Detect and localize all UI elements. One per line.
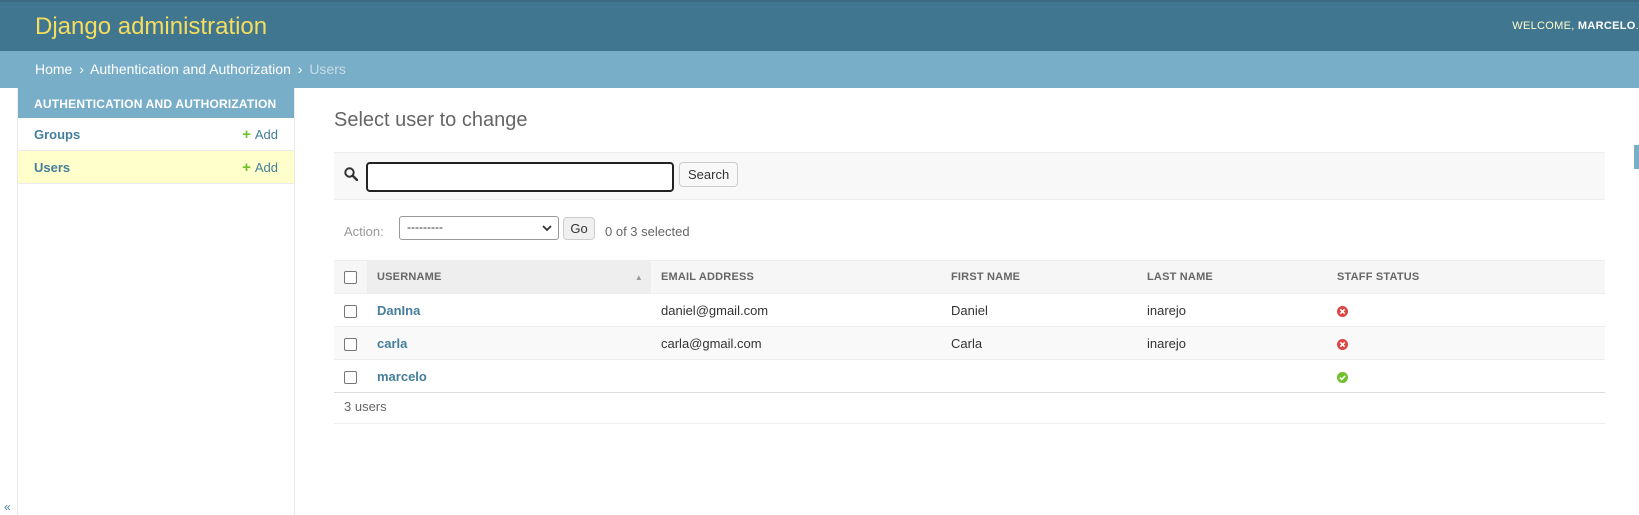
username-cell: DanIna (367, 293, 651, 327)
add-label: Add (254, 159, 278, 175)
row-select-cell (334, 326, 367, 360)
action-counter: 0 of 3 selected (605, 224, 690, 239)
scrollbar[interactable] (1634, 145, 1639, 445)
sidebar-item-users: Users + Add (18, 151, 294, 184)
last-name-cell: inarejo (1137, 293, 1327, 327)
staff-status-cell (1327, 326, 1605, 360)
welcome-trailing: . (1635, 20, 1639, 32)
username-link[interactable]: carla (377, 336, 407, 351)
column-header-first-name[interactable]: FIRST NAME (941, 260, 1137, 294)
plus-icon: + (242, 125, 251, 143)
table-row: DanIna daniel@gmail.com Daniel inarejo (334, 293, 1605, 327)
sidebar-collapse-toggle[interactable]: « (4, 500, 11, 514)
search-icon (344, 167, 358, 181)
actions-bar: Action: --------- Go 0 of 3 selected (334, 214, 1605, 248)
breadcrumb: Home › Authentication and Authorization … (0, 51, 1639, 88)
action-select[interactable]: --------- (399, 216, 559, 240)
breadcrumb-separator: › (297, 61, 303, 77)
username-link[interactable]: DanIna (377, 303, 420, 318)
breadcrumb-separator: › (79, 61, 84, 77)
row-select-cell (334, 293, 367, 327)
sidebar-item-users-link[interactable]: Users (34, 160, 70, 175)
column-header-staff-status[interactable]: STAFF STATUS (1327, 260, 1605, 294)
welcome-text: WELCOME, (1512, 20, 1578, 32)
search-toolbar: Search (334, 152, 1605, 200)
site-brand[interactable]: Django administration (35, 13, 267, 41)
search-input[interactable] (366, 162, 674, 192)
username-link[interactable]: marcelo (377, 369, 427, 384)
column-header-username[interactable]: USERNAME ▲ (367, 260, 651, 294)
email-cell: daniel@gmail.com (651, 293, 941, 327)
search-button[interactable]: Search (679, 162, 739, 187)
sidebar-item-groups-link[interactable]: Groups (34, 127, 80, 142)
scrollbar-thumb[interactable] (1634, 145, 1639, 169)
page-title: Select user to change (334, 109, 528, 131)
go-button[interactable]: Go (563, 217, 595, 240)
breadcrumb-home[interactable]: Home (35, 61, 72, 77)
select-all-header (334, 260, 367, 294)
column-header-last-name[interactable]: LAST NAME (1137, 260, 1327, 294)
row-checkbox[interactable] (344, 304, 357, 318)
first-name-cell: Daniel (941, 293, 1137, 327)
user-tools: WELCOME, MARCELO. (1512, 20, 1639, 32)
table-row: carla carla@gmail.com Carla inarejo (334, 326, 1605, 360)
no-icon (1337, 338, 1348, 350)
sidebar-item-groups: Groups + Add (18, 118, 294, 151)
staff-status-cell (1327, 293, 1605, 327)
add-user-link[interactable]: + Add (242, 159, 278, 176)
admin-header: Django administration WELCOME, MARCELO. (0, 0, 1639, 51)
add-label: Add (254, 126, 278, 142)
yes-icon (1337, 371, 1348, 383)
no-icon (1337, 305, 1348, 317)
first-name-cell: Carla (941, 326, 1137, 360)
column-header-email[interactable]: EMAIL ADDRESS (651, 260, 941, 294)
current-username: MARCELO (1577, 20, 1636, 32)
chevron-down-icon (542, 225, 552, 232)
plus-icon: + (242, 158, 251, 176)
result-list-table: USERNAME ▲ EMAIL ADDRESS FIRST NAME LAST … (334, 260, 1605, 393)
breadcrumb-app[interactable]: Authentication and Authorization (90, 61, 291, 77)
nav-sidebar: AUTHENTICATION AND AUTHORIZATION Groups … (17, 88, 295, 515)
email-cell: carla@gmail.com (651, 326, 941, 360)
sort-ascending-icon[interactable]: ▲ (635, 273, 643, 282)
username-cell: carla (367, 326, 651, 360)
add-group-link[interactable]: + Add (242, 126, 278, 143)
table-header-row: USERNAME ▲ EMAIL ADDRESS FIRST NAME LAST … (334, 260, 1605, 294)
column-header-label: USERNAME (377, 271, 442, 283)
action-label: Action: (344, 224, 384, 239)
breadcrumb-current: Users (309, 61, 346, 77)
action-select-value: --------- (407, 220, 443, 234)
last-name-cell: inarejo (1137, 326, 1327, 360)
row-checkbox[interactable] (344, 370, 357, 384)
select-all-checkbox[interactable] (344, 270, 357, 284)
row-checkbox[interactable] (344, 337, 357, 351)
paginator: 3 users (334, 388, 1605, 424)
sidebar-module-caption[interactable]: AUTHENTICATION AND AUTHORIZATION (18, 88, 294, 118)
